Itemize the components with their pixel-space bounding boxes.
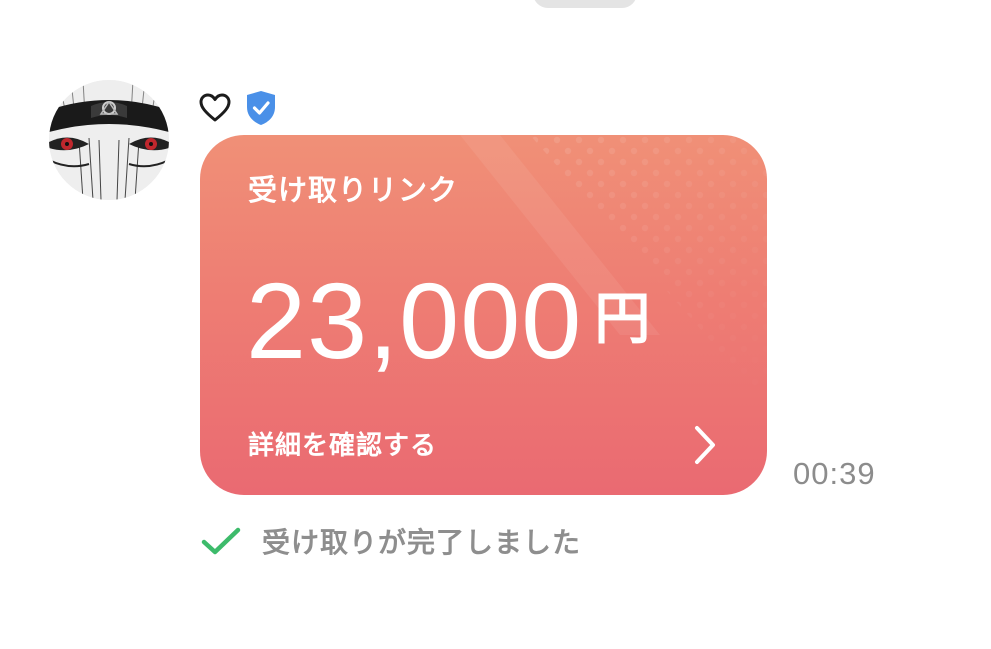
sender-row	[199, 90, 277, 126]
card-title: 受け取りリンク	[248, 173, 459, 207]
amount-value: 23,000	[246, 260, 583, 381]
chat-screen: 受け取りリンク 23,000 円 詳細を確認する 00:39 受け取りが完了しま…	[0, 0, 991, 649]
receive-link-card[interactable]: 受け取りリンク 23,000 円 詳細を確認する	[200, 135, 767, 495]
date-pill	[533, 0, 637, 8]
view-details-link[interactable]: 詳細を確認する	[248, 425, 437, 462]
receive-status: 受け取りが完了しました	[200, 521, 581, 561]
status-text: 受け取りが完了しました	[262, 526, 582, 559]
verified-shield-icon	[245, 90, 277, 126]
checkmark-icon	[200, 525, 242, 557]
amount: 23,000 円	[246, 267, 650, 375]
avatar-image	[49, 80, 169, 200]
message-time: 00:39	[793, 456, 876, 491]
avatar[interactable]	[49, 80, 169, 200]
chevron-right-icon[interactable]	[690, 423, 720, 471]
heart-outline-icon[interactable]	[199, 93, 231, 123]
currency-unit: 円	[594, 287, 651, 352]
